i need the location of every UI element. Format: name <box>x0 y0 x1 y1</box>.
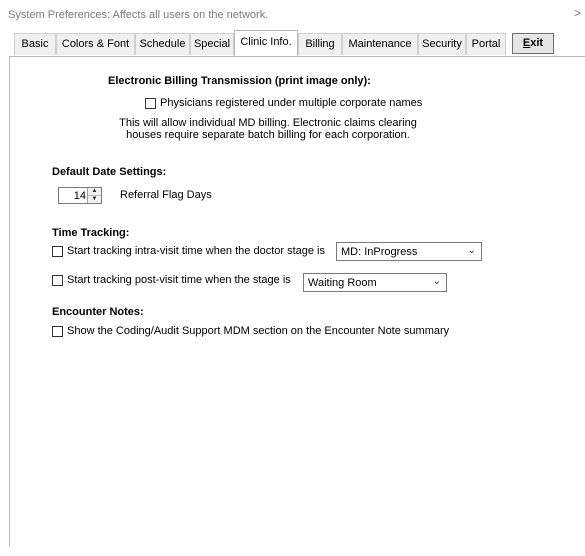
tab-portal[interactable]: Portal <box>466 33 506 55</box>
ebt-heading: Electronic Billing Transmission (print i… <box>108 75 371 87</box>
tab-maintenance[interactable]: Maintenance <box>342 33 418 55</box>
spin-up-icon[interactable]: ▲ <box>88 188 101 196</box>
intra-visit-checkbox[interactable] <box>52 246 63 257</box>
post-visit-stage-value: Waiting Room <box>308 277 377 289</box>
close-icon[interactable]: > <box>574 6 581 20</box>
multiple-corporate-names-checkbox[interactable] <box>145 98 156 109</box>
stepper-buttons: ▲ ▼ <box>87 188 101 203</box>
intra-visit-stage-select[interactable]: MD: InProgress ⌄ <box>336 242 482 261</box>
tab-strip: Basic Colors & Font Schedule Special Cli… <box>0 30 585 56</box>
time-tracking-heading: Time Tracking: <box>52 227 130 239</box>
exit-button[interactable]: Exit <box>512 33 554 54</box>
tab-special[interactable]: Special <box>190 33 234 55</box>
mdm-section-label: Show the Coding/Audit Support MDM sectio… <box>67 325 450 337</box>
tab-basic[interactable]: Basic <box>14 33 56 55</box>
encounter-notes-heading: Encounter Notes: <box>52 306 144 318</box>
post-visit-stage-select[interactable]: Waiting Room ⌄ <box>303 273 447 292</box>
post-visit-checkbox[interactable] <box>52 275 63 286</box>
exit-label: xit <box>530 37 544 49</box>
multiple-corporate-names-label: Physicians registered under multiple cor… <box>160 97 423 109</box>
referral-days-stepper[interactable]: 14 ▲ ▼ <box>58 187 102 204</box>
ebt-note-line1: This will allow individual MD billing. E… <box>119 117 417 129</box>
referral-days-value: 14 <box>73 190 86 202</box>
window-title: System Preferences: Affects all users on… <box>8 9 269 21</box>
ebt-note: This will allow individual MD billing. E… <box>112 117 424 141</box>
tab-schedule[interactable]: Schedule <box>135 33 190 55</box>
mdm-section-checkbox[interactable] <box>52 326 63 337</box>
referral-days-label: Referral Flag Days <box>120 189 212 201</box>
date-settings-heading: Default Date Settings: <box>52 166 167 178</box>
spin-down-icon[interactable]: ▼ <box>88 196 101 203</box>
chevron-down-icon: ⌄ <box>467 245 476 256</box>
post-visit-label: Start tracking post-visit time when the … <box>67 274 291 286</box>
intra-visit-label: Start tracking intra-visit time when the… <box>67 245 325 257</box>
intra-visit-stage-value: MD: InProgress <box>341 246 418 258</box>
tab-billing[interactable]: Billing <box>298 33 342 55</box>
tab-security[interactable]: Security <box>418 33 466 55</box>
ebt-note-line2: houses require separate batch billing fo… <box>126 129 410 141</box>
tab-colors-font[interactable]: Colors & Font <box>56 33 135 55</box>
chevron-down-icon: ⌄ <box>432 276 441 287</box>
tab-clinic-info[interactable]: Clinic Info. <box>234 30 298 56</box>
